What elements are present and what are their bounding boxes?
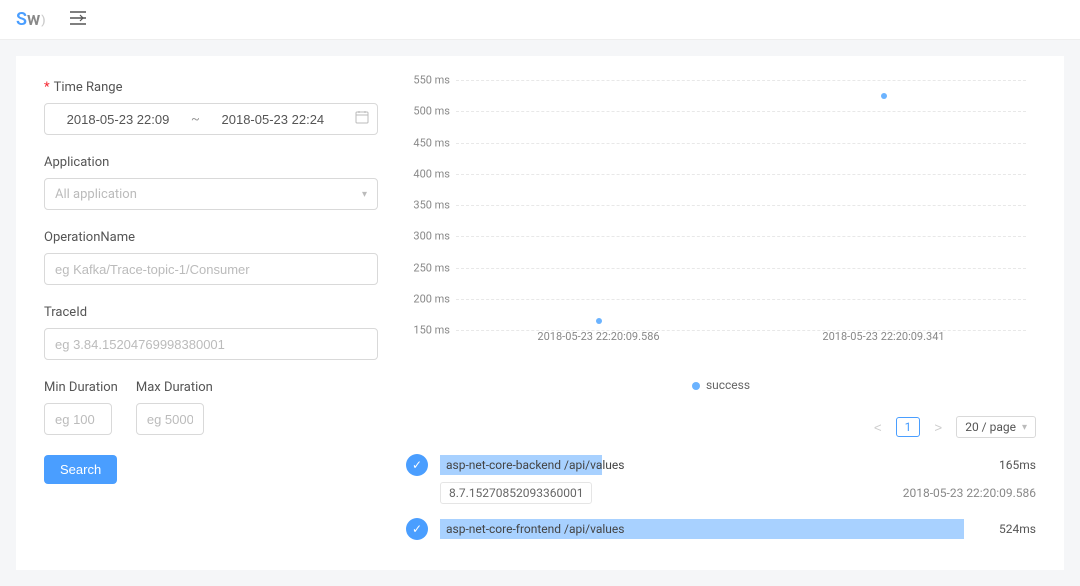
min-duration-label: Min Duration — [44, 380, 118, 395]
application-label: Application — [44, 155, 378, 170]
time-range-start[interactable] — [53, 112, 183, 127]
logo: Sw) — [16, 9, 46, 30]
max-duration-input[interactable] — [136, 403, 204, 435]
grid-line — [456, 111, 1026, 112]
operation-name-label: OperationName — [44, 230, 378, 245]
chevron-down-icon: ▾ — [1022, 422, 1027, 433]
calendar-icon — [355, 110, 369, 128]
min-duration-input[interactable] — [44, 403, 112, 435]
grid-line — [456, 299, 1026, 300]
legend-dot-icon — [692, 382, 700, 390]
trace-row[interactable]: ✓ asp-net-core-backend /api/values 165ms — [406, 454, 1036, 476]
grid-line — [456, 268, 1026, 269]
trace-row[interactable]: ✓ asp-net-core-frontend /api/values 524ms — [406, 518, 1036, 540]
trace-id-badge: 8.7.15270852093360001 — [440, 482, 592, 504]
prev-page-button[interactable]: < — [868, 418, 888, 437]
search-button[interactable]: Search — [44, 455, 117, 484]
app-header: Sw) — [0, 0, 1080, 40]
x-tick: 2018-05-23 22:20:09.341 — [822, 330, 944, 343]
trace-label: asp-net-core-frontend /api/values — [440, 522, 624, 536]
menu-toggle-icon[interactable] — [70, 10, 86, 29]
y-tick: 200 ms — [413, 292, 450, 305]
chart-data-point[interactable] — [596, 318, 602, 324]
check-icon: ✓ — [406, 454, 428, 476]
y-tick: 300 ms — [413, 230, 450, 243]
grid-line — [456, 174, 1026, 175]
chart-legend: success — [406, 378, 1036, 392]
trace-label: asp-net-core-backend /api/values — [440, 458, 624, 472]
y-tick: 250 ms — [413, 261, 450, 274]
trace-duration: 524ms — [976, 522, 1036, 536]
trace-timestamp: 2018-05-23 22:20:09.586 — [903, 486, 1036, 500]
application-select[interactable]: All application ▾ — [44, 178, 378, 210]
trace-id-label: TraceId — [44, 305, 378, 320]
trace-meta: 8.7.15270852093360001 2018-05-23 22:20:09… — [440, 482, 1036, 504]
max-duration-label: Max Duration — [136, 380, 213, 395]
grid-line — [456, 80, 1026, 81]
chart-data-point[interactable] — [881, 93, 887, 99]
operation-name-input[interactable] — [44, 253, 378, 285]
page-size-select[interactable]: 20 / page ▾ — [956, 416, 1036, 438]
trace-list: ✓ asp-net-core-backend /api/values 165ms 8.… — [406, 454, 1036, 540]
y-tick: 550 ms — [413, 74, 450, 87]
page-number[interactable]: 1 — [896, 417, 921, 437]
y-tick: 500 ms — [413, 105, 450, 118]
pagination: < 1 > 20 / page ▾ — [406, 416, 1036, 438]
trace-id-input[interactable] — [44, 328, 378, 360]
y-tick: 450 ms — [413, 136, 450, 149]
time-range-picker[interactable]: ~ — [44, 103, 378, 135]
next-page-button[interactable]: > — [928, 418, 948, 437]
main-panel: *Time Range ~ Application All applicatio… — [16, 56, 1064, 570]
trace-scatter-chart: 150 ms 200 ms 250 ms 300 ms 350 ms 400 ms 450 … — [406, 80, 1036, 370]
y-tick: 350 ms — [413, 199, 450, 212]
trace-bar: asp-net-core-backend /api/values — [440, 455, 964, 475]
time-range-label: *Time Range — [44, 80, 378, 95]
check-icon: ✓ — [406, 518, 428, 540]
time-range-end[interactable] — [208, 112, 338, 127]
time-range-sep: ~ — [191, 112, 200, 127]
chevron-down-icon: ▾ — [362, 189, 367, 200]
trace-bar: asp-net-core-frontend /api/values — [440, 519, 964, 539]
y-tick: 150 ms — [413, 324, 450, 337]
y-tick: 400 ms — [413, 167, 450, 180]
grid-line — [456, 236, 1026, 237]
grid-line — [456, 205, 1026, 206]
grid-line — [456, 143, 1026, 144]
trace-duration: 165ms — [976, 458, 1036, 472]
filter-form: *Time Range ~ Application All applicatio… — [44, 80, 378, 546]
x-tick: 2018-05-23 22:20:09.586 — [537, 330, 659, 343]
